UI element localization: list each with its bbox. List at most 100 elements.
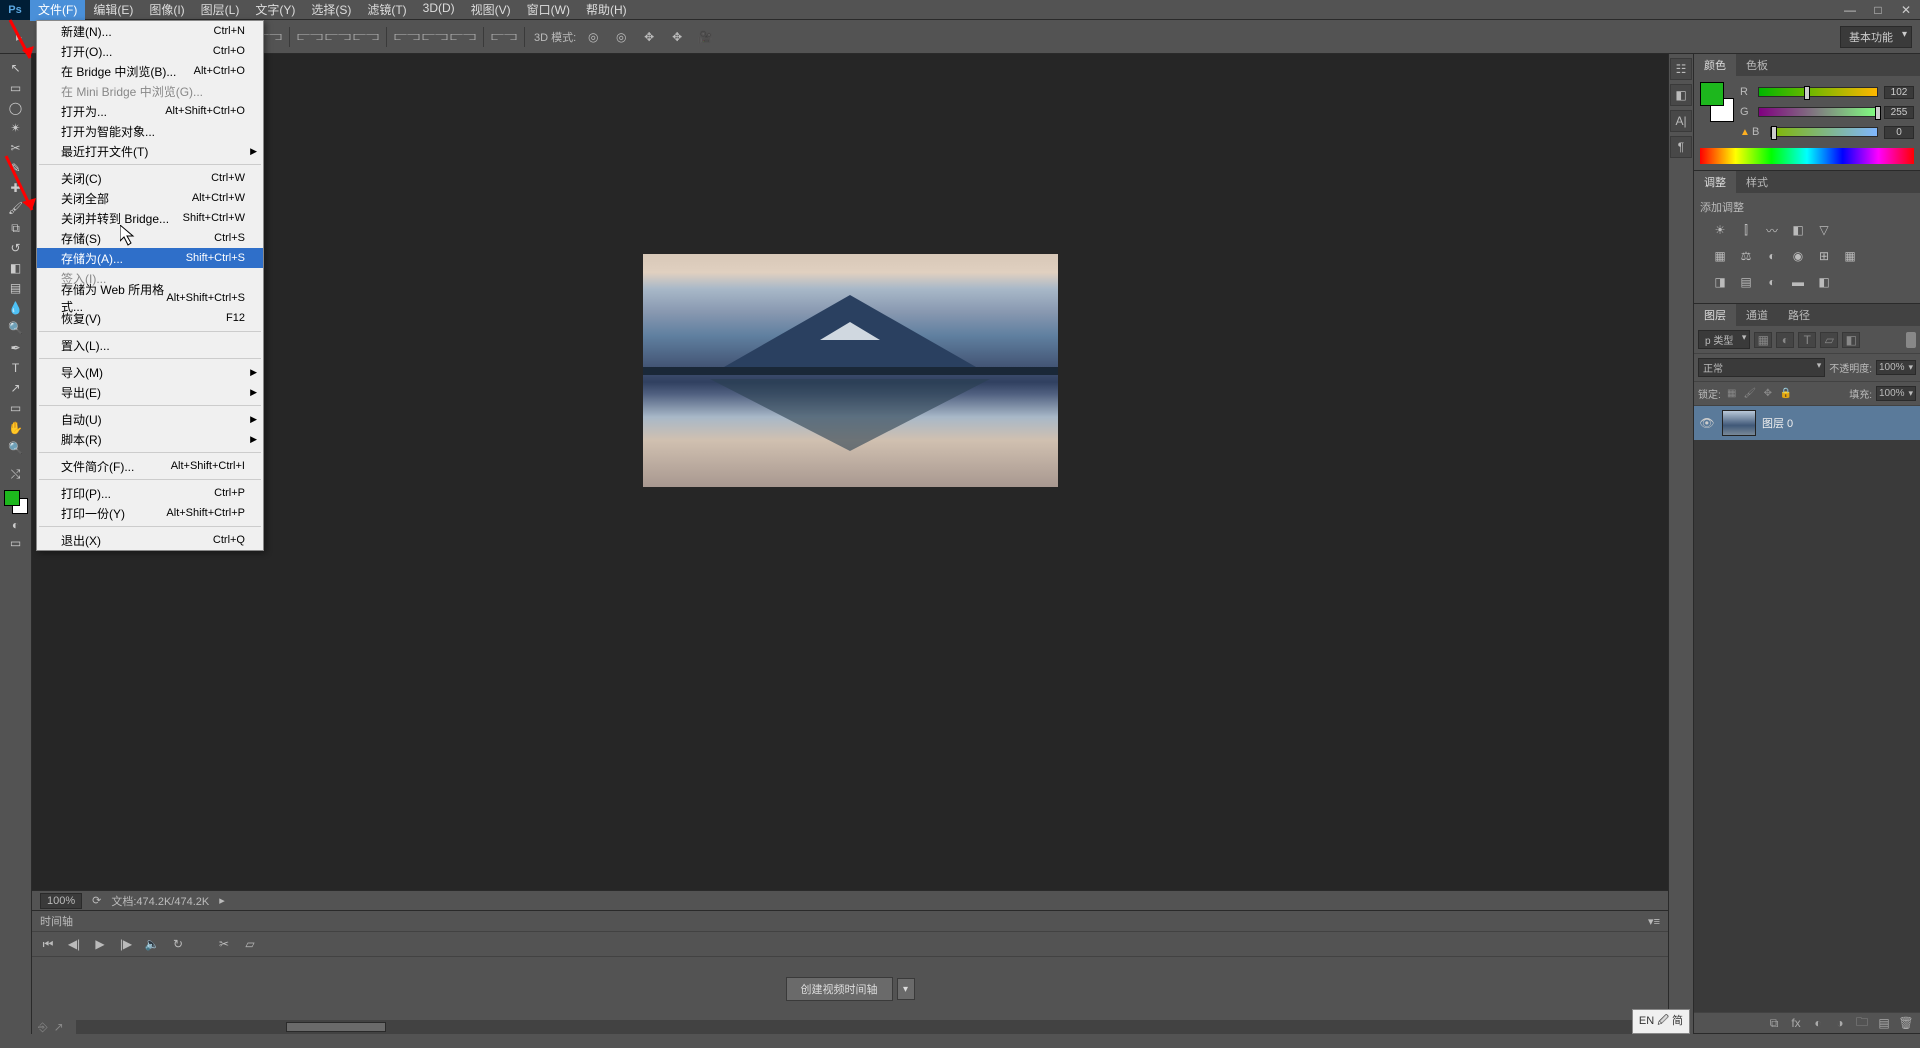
color-fg-swatch[interactable]	[1700, 82, 1724, 106]
quick-select-tool[interactable]: ✴	[3, 118, 29, 138]
color-spectrum[interactable]	[1700, 148, 1914, 164]
adj-photofilter-icon[interactable]: ◉	[1788, 247, 1808, 265]
hand-tool[interactable]: ✋	[3, 418, 29, 438]
menu-item[interactable]: 关闭全部Alt+Ctrl+W	[37, 188, 263, 208]
menu-filter[interactable]: 滤镜(T)	[359, 0, 414, 21]
canvas-viewport[interactable]	[32, 54, 1668, 890]
new-group-icon[interactable]: 🗀	[1854, 1015, 1870, 1031]
r-slider[interactable]	[1758, 87, 1878, 97]
blend-mode-select[interactable]: 正常	[1698, 358, 1825, 377]
tl-footer-icon-2[interactable]: ↗	[54, 1020, 64, 1034]
maximize-button[interactable]: □	[1864, 1, 1892, 19]
path-select-tool[interactable]: ↗	[3, 378, 29, 398]
create-video-timeline-button[interactable]: 创建视频时间轴	[786, 977, 893, 1001]
lock-position-icon[interactable]: ✥	[1761, 387, 1775, 401]
lock-transparency-icon[interactable]: ▦	[1725, 387, 1739, 401]
menu-edit[interactable]: 编辑(E)	[85, 0, 141, 21]
tab-color[interactable]: 颜色	[1694, 54, 1736, 76]
crop-tool[interactable]: ✂	[3, 138, 29, 158]
menu-item[interactable]: 导出(E)▶	[37, 382, 263, 402]
minimize-button[interactable]: —	[1836, 1, 1864, 19]
adj-selective-icon[interactable]: ◧	[1814, 273, 1834, 291]
menu-item[interactable]: 自动(U)▶	[37, 409, 263, 429]
lasso-tool[interactable]: ◯	[3, 98, 29, 118]
tl-transition-icon[interactable]: ▱	[242, 936, 258, 952]
menu-file[interactable]: 文件(F)	[30, 0, 85, 21]
filter-type-icon[interactable]: T	[1798, 332, 1816, 348]
doc-info-arrow-icon[interactable]: ▸	[219, 894, 225, 907]
timeline-scrollbar[interactable]	[286, 1022, 386, 1032]
close-button[interactable]: ✕	[1892, 1, 1920, 19]
eyedropper-tool[interactable]: ✎	[3, 158, 29, 178]
adj-bw-icon[interactable]: ◐	[1762, 247, 1782, 265]
collapsed-history-icon[interactable]: ☷	[1670, 58, 1692, 80]
filter-smart-icon[interactable]: ◧	[1842, 332, 1860, 348]
tl-play-icon[interactable]: ▶	[92, 936, 108, 952]
brush-tool[interactable]: 🖌	[3, 198, 29, 218]
layer-thumbnail[interactable]	[1722, 410, 1756, 436]
b-value[interactable]: 0	[1884, 126, 1914, 139]
distribute-1-icon[interactable]: ⫍⫎	[299, 26, 321, 48]
adj-posterize-icon[interactable]: ▤	[1736, 273, 1756, 291]
distribute-3-icon[interactable]: ⫍⫎	[355, 26, 377, 48]
tab-styles[interactable]: 样式	[1736, 171, 1778, 193]
layer-name[interactable]: 图层 0	[1762, 415, 1793, 431]
adj-colorbalance-icon[interactable]: ⚖	[1736, 247, 1756, 265]
tl-audio-icon[interactable]: 🔈	[144, 936, 160, 952]
adj-gradmap-icon[interactable]: ▬	[1788, 273, 1808, 291]
collapsed-paragraph-icon[interactable]: ¶	[1670, 136, 1692, 158]
new-fill-adj-icon[interactable]: ◑	[1832, 1015, 1848, 1031]
menu-item[interactable]: 打印一份(Y)Alt+Shift+Ctrl+P	[37, 503, 263, 523]
menu-3d[interactable]: 3D(D)	[415, 0, 463, 21]
tab-adjustments[interactable]: 调整	[1694, 171, 1736, 193]
menu-select[interactable]: 选择(S)	[303, 0, 359, 21]
3d-roll-icon[interactable]: ◎	[610, 26, 632, 48]
workspace-selector[interactable]: 基本功能	[1840, 26, 1912, 48]
gradient-tool[interactable]: ▤	[3, 278, 29, 298]
distribute-5-icon[interactable]: ⫍⫎	[424, 26, 446, 48]
color-swatches[interactable]	[4, 490, 28, 514]
g-value[interactable]: 255	[1884, 106, 1914, 119]
menu-item[interactable]: 最近打开文件(T)▶	[37, 141, 263, 161]
type-tool[interactable]: T	[3, 358, 29, 378]
timeline-menu-icon[interactable]: ▾≡	[1648, 915, 1660, 928]
layer-filter-kind[interactable]: p 类型	[1698, 330, 1750, 349]
link-layers-icon[interactable]: ⧉	[1766, 1015, 1782, 1031]
filter-toggle[interactable]	[1906, 332, 1916, 348]
menu-item[interactable]: 存储为 Web 所用格式...Alt+Shift+Ctrl+S	[37, 288, 263, 308]
tl-next-frame-icon[interactable]: |▶	[118, 936, 134, 952]
marquee-tool[interactable]: ▭	[3, 78, 29, 98]
menu-item[interactable]: 置入(L)...	[37, 335, 263, 355]
layer-row-0[interactable]: 👁 图层 0	[1694, 406, 1920, 440]
tl-loop-icon[interactable]: ↻	[170, 936, 186, 952]
adj-colorlookup-icon[interactable]: ▦	[1840, 247, 1860, 265]
menu-item[interactable]: 打开为智能对象...	[37, 121, 263, 141]
adj-vibrance-icon[interactable]: ▽	[1814, 221, 1834, 239]
filter-pixel-icon[interactable]: ▦	[1754, 332, 1772, 348]
arrange-icon[interactable]: ⫍⫎	[493, 26, 515, 48]
delete-layer-icon[interactable]: 🗑	[1898, 1015, 1914, 1031]
new-layer-icon[interactable]: ▤	[1876, 1015, 1892, 1031]
adj-brightness-icon[interactable]: ☀	[1710, 221, 1730, 239]
3d-zoom-icon[interactable]: 🎥	[694, 26, 716, 48]
g-slider[interactable]	[1758, 107, 1878, 117]
eraser-tool[interactable]: ◧	[3, 258, 29, 278]
layer-visibility-icon[interactable]: 👁	[1698, 416, 1716, 430]
adj-exposure-icon[interactable]: ◧	[1788, 221, 1808, 239]
menu-item[interactable]: 恢复(V)F12	[37, 308, 263, 328]
tl-first-frame-icon[interactable]: ⏮	[40, 936, 56, 952]
adj-hue-icon[interactable]: ▦	[1710, 247, 1730, 265]
adj-channelmixer-icon[interactable]: ⊞	[1814, 247, 1834, 265]
collapsed-character-icon[interactable]: A|	[1670, 110, 1692, 132]
create-timeline-dropdown[interactable]: ▾	[897, 978, 915, 1000]
menu-item[interactable]: 关闭(C)Ctrl+W	[37, 168, 263, 188]
history-brush-tool[interactable]: ↺	[3, 238, 29, 258]
zoom-level[interactable]: 100%	[40, 893, 82, 909]
move-tool[interactable]: ↖	[3, 58, 29, 78]
layer-mask-icon[interactable]: ◐	[1810, 1015, 1826, 1031]
menu-item[interactable]: 关闭并转到 Bridge...Shift+Ctrl+W	[37, 208, 263, 228]
screen-mode-icon[interactable]: ▭	[5, 536, 27, 550]
tl-footer-icon-1[interactable]: ⎆	[38, 1020, 48, 1035]
adj-levels-icon[interactable]: ⫿	[1736, 221, 1756, 239]
menu-item[interactable]: 打印(P)...Ctrl+P	[37, 483, 263, 503]
